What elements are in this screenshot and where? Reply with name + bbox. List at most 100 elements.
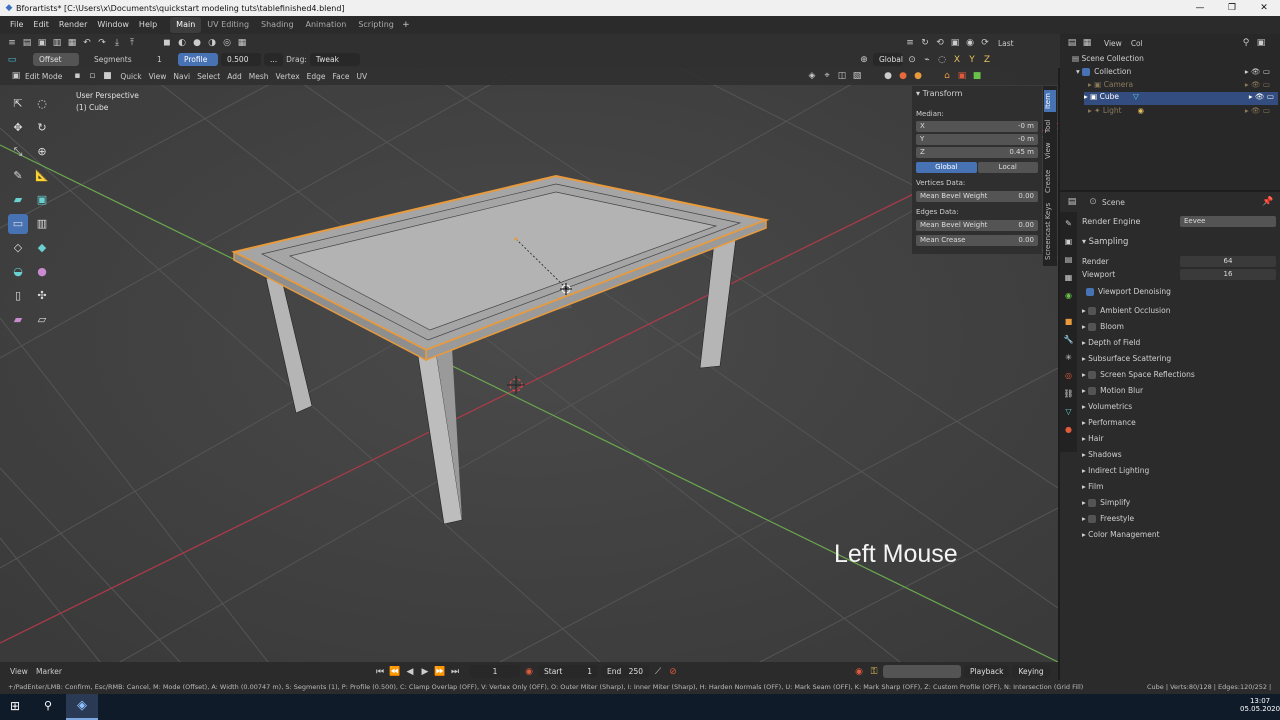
menu-quick[interactable]: Quick xyxy=(120,72,141,81)
property-section-row[interactable]: ▸ Volumetrics xyxy=(1082,402,1278,416)
property-section-row[interactable]: ▸ Screen Space Reflections xyxy=(1082,370,1278,384)
mean-crease-field[interactable]: Mean Crease 0.00 xyxy=(916,235,1038,246)
knife-tool-icon[interactable]: ◇ xyxy=(8,238,28,258)
menu-edge[interactable]: Edge xyxy=(307,72,326,81)
viewport-denoising-checkbox[interactable] xyxy=(1086,288,1094,296)
play-icon[interactable]: ▶ xyxy=(419,666,431,678)
tab-screencast-keys[interactable]: Screencast Keys xyxy=(1044,200,1056,262)
workspace-tab-main[interactable]: Main xyxy=(170,17,202,33)
rip-tool-icon[interactable]: ▱ xyxy=(32,310,52,330)
prev-key-icon[interactable]: ⏪ xyxy=(389,666,401,678)
drag-dropdown[interactable]: Tweak xyxy=(309,53,360,66)
property-section-row[interactable]: ▸ Hair xyxy=(1082,434,1278,448)
gizmo-icon[interactable]: ⌖ xyxy=(821,70,833,82)
select-tool-icon[interactable]: ⇱ xyxy=(8,94,28,114)
property-section-row[interactable]: ▸ Color Management xyxy=(1082,530,1278,544)
pivot-icon[interactable]: ⊙ xyxy=(906,54,918,66)
solid-shading-icon[interactable]: ● xyxy=(882,70,894,82)
undo-icon[interactable]: ↶ xyxy=(81,37,93,49)
xray-toggle-icon[interactable]: ▧ xyxy=(851,70,863,82)
property-section-row[interactable]: ▸ Film xyxy=(1082,482,1278,496)
workspace-tab-uv-editing[interactable]: UV Editing xyxy=(201,17,255,33)
loopcut-tool-icon[interactable]: ▥ xyxy=(32,214,52,234)
next-key-icon[interactable]: ⏩ xyxy=(434,666,446,678)
more-options-button[interactable]: ... xyxy=(264,53,284,66)
sampling-section[interactable]: Sampling xyxy=(1089,237,1129,247)
workspace-tab-scripting[interactable]: Scripting xyxy=(352,17,400,33)
outliner-col-menu[interactable]: Col xyxy=(1131,39,1143,48)
workspace-tab-animation[interactable]: Animation xyxy=(300,17,353,33)
outliner-view-menu[interactable]: View xyxy=(1104,39,1122,48)
repeat-icon[interactable]: ⟳ xyxy=(979,37,991,49)
outliner-item[interactable]: ▤ Scene Collection xyxy=(1072,54,1278,66)
viewport-samples-field[interactable]: 16 xyxy=(1180,269,1276,280)
menu-help[interactable]: Help xyxy=(134,16,162,34)
outliner-item[interactable]: ▸ ▣ Camera ▸ 👁 ▭ xyxy=(1088,80,1278,92)
menu-navi[interactable]: Navi xyxy=(173,72,190,81)
transform-orientation-dropdown[interactable]: Global xyxy=(873,53,903,66)
file-icon[interactable]: ▤ xyxy=(21,37,33,49)
mirror-z-icon[interactable]: Z xyxy=(981,54,993,66)
modifier-tab-icon[interactable]: 🔧 xyxy=(1063,334,1074,345)
move-tool-icon[interactable]: ✥ xyxy=(8,118,28,138)
outliner-item[interactable]: ▸ ▣ Cube ▽ ▸ 👁 ▭ xyxy=(1084,92,1278,105)
new-file-icon[interactable]: ▣ xyxy=(36,37,48,49)
section-checkbox[interactable] xyxy=(1088,307,1097,315)
open-file-icon[interactable]: ▥ xyxy=(51,37,63,49)
collection-checkbox[interactable] xyxy=(1082,68,1091,76)
object-tab-icon[interactable]: ■ xyxy=(1063,316,1074,327)
menu-edit[interactable]: Edit xyxy=(28,16,54,34)
save-icon[interactable]: ▦ xyxy=(66,37,78,49)
vertex-bevel-weight-field[interactable]: Mean Bevel Weight 0.00 xyxy=(916,191,1038,202)
rotate-tool-icon[interactable]: ↻ xyxy=(32,118,52,138)
xray-icon[interactable]: ◎ xyxy=(221,37,233,49)
start-frame-field[interactable]: Start 1 xyxy=(538,665,598,678)
visibility-icons[interactable]: ▸ 👁 ▭ xyxy=(1245,67,1270,76)
menu-face[interactable]: Face xyxy=(333,72,350,81)
close-button[interactable]: ✕ xyxy=(1248,0,1280,16)
jump-start-icon[interactable]: ⏮ xyxy=(374,666,386,678)
property-section-row[interactable]: ▸ Shadows xyxy=(1082,450,1278,464)
menu-add[interactable]: Add xyxy=(227,72,242,81)
face-select-icon[interactable]: ■ xyxy=(101,70,113,82)
menu-select[interactable]: Select xyxy=(197,72,220,81)
bforartists-taskbar-icon[interactable]: ◈ xyxy=(66,694,98,720)
section-checkbox[interactable] xyxy=(1088,499,1097,507)
median-z-field[interactable]: Z 0.45 m xyxy=(916,147,1038,158)
timeline-view-menu[interactable]: View xyxy=(10,667,28,676)
visibility-icons[interactable]: ▸ 👁 ▭ xyxy=(1249,92,1274,101)
outliner-editor-icon[interactable]: ▤ xyxy=(1066,37,1078,49)
maximize-button[interactable]: ❐ xyxy=(1216,0,1248,16)
keying-dropdown[interactable]: Keying xyxy=(1012,665,1050,678)
search-icon[interactable]: ⚲ xyxy=(42,700,54,712)
median-x-field[interactable]: X -0 m xyxy=(916,121,1038,132)
jump-end-icon[interactable]: ⏭ xyxy=(449,666,461,678)
section-checkbox[interactable] xyxy=(1088,515,1097,523)
median-y-field[interactable]: Y -0 m xyxy=(916,134,1038,145)
viewport-denoising-row[interactable]: Viewport Denoising xyxy=(1086,287,1171,296)
current-frame-field[interactable]: 1 xyxy=(470,665,520,678)
segments-value[interactable]: 1 xyxy=(157,55,171,64)
edge-select-icon[interactable]: ▫ xyxy=(86,70,98,82)
filter-icon[interactable]: ⚲ xyxy=(1240,37,1252,49)
display-mode-icon[interactable]: ▦ xyxy=(1081,37,1093,49)
render-tab-icon[interactable]: ▣ xyxy=(1063,236,1074,247)
property-section-row[interactable]: ▸ Indirect Lighting xyxy=(1082,466,1278,480)
history-icon[interactable]: ⟲ xyxy=(934,37,946,49)
play-reverse-icon[interactable]: ◀ xyxy=(404,666,416,678)
profile-slider[interactable]: Profile xyxy=(178,53,218,66)
rendered-shading-icon[interactable]: ● xyxy=(912,70,924,82)
view-options-icon[interactable]: ◈ xyxy=(806,70,818,82)
measure-tool-icon[interactable]: 📐 xyxy=(32,166,52,186)
render-icon[interactable]: ▣ xyxy=(949,37,961,49)
edge-bevel-weight-field[interactable]: Mean Bevel Weight 0.00 xyxy=(916,220,1038,231)
color-icon[interactable]: ■ xyxy=(971,70,983,82)
property-section-row[interactable]: ▸ Freestyle xyxy=(1082,514,1278,528)
outliner-item[interactable]: ▸ ✦ Light ◉ ▸ 👁 ▭ xyxy=(1088,106,1278,118)
material-shading-icon[interactable]: ● xyxy=(897,70,909,82)
shading-rendered-icon[interactable]: ◑ xyxy=(206,37,218,49)
properties-editor-icon[interactable]: ▤ xyxy=(1066,196,1078,208)
refresh-icon[interactable]: ↻ xyxy=(919,37,931,49)
tab-item[interactable]: Item xyxy=(1044,90,1056,112)
transform-tool-icon[interactable]: ⊕ xyxy=(32,142,52,162)
